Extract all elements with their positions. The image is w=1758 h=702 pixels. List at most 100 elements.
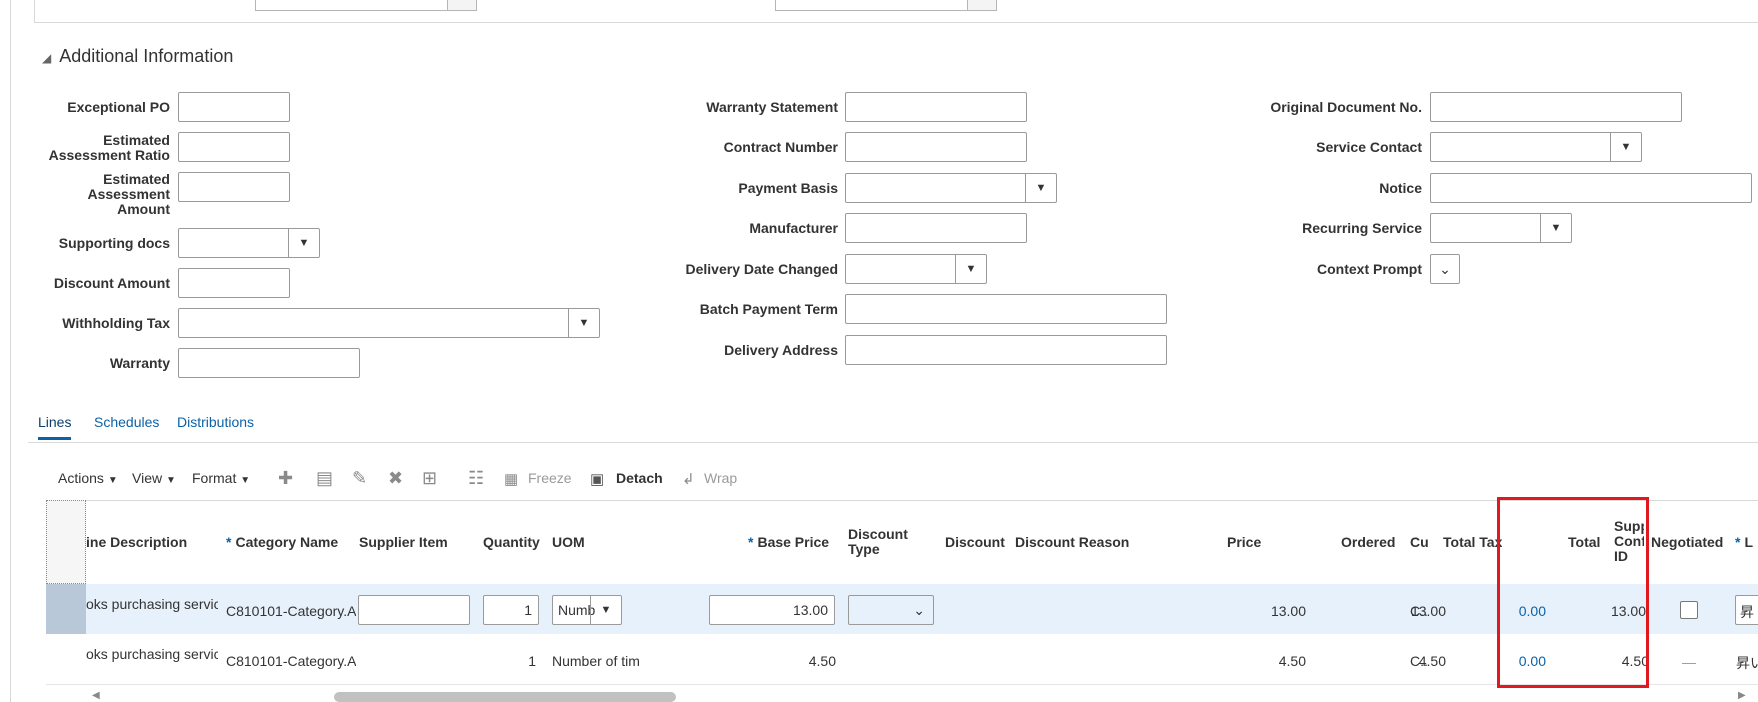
dropdown-icon[interactable]: ▼ (1540, 214, 1571, 242)
cell-price: 13.00 (1270, 603, 1306, 619)
withholding-tax-label: Withholding Tax (62, 315, 170, 331)
dropdown-icon[interactable]: ▼ (955, 255, 986, 283)
manufacturer-input[interactable] (845, 213, 1027, 243)
delete-icon[interactable]: ✖ (388, 468, 403, 489)
cell-negotiated-checkbox[interactable] (1680, 601, 1698, 619)
dropdown-icon[interactable]: ▼ (568, 309, 599, 337)
scrollbar-thumb[interactable] (334, 692, 676, 702)
dropdown-icon[interactable]: ▼ (288, 229, 319, 257)
split-icon[interactable]: ⊞ (422, 468, 437, 489)
col-price[interactable]: Price (1227, 535, 1261, 550)
chevron-down-icon: ⌄ (1439, 260, 1451, 277)
horizontal-scrollbar[interactable]: ◀ ▶ (86, 690, 1758, 702)
collapse-triangle-icon[interactable]: ◢ (42, 51, 51, 65)
cell-discount-type-select[interactable]: ⌄ (848, 595, 934, 625)
tab-distributions[interactable]: Distributions (177, 414, 254, 430)
col-base-price-label: Base Price (757, 534, 830, 550)
col-currency[interactable]: Cu (1410, 535, 1429, 550)
col-last-label: L (1744, 534, 1754, 550)
dropdown-icon: ▼ (165, 475, 176, 486)
manufacturer-label: Manufacturer (749, 220, 838, 236)
discount-amount-label: Discount Amount (53, 275, 170, 291)
service-contact-select[interactable]: ▼ (1430, 132, 1642, 162)
tab-lines[interactable]: Lines (38, 414, 72, 440)
row-selector[interactable] (46, 584, 86, 634)
cell-base-price-input[interactable]: 13.00 (709, 595, 835, 625)
freeze-button[interactable]: Freeze (528, 470, 572, 486)
select-all-column[interactable] (46, 500, 86, 584)
col-quantity[interactable]: Quantity (483, 535, 540, 550)
context-prompt-label: Context Prompt (1317, 261, 1422, 277)
wrap-icon: ↲ (682, 471, 695, 488)
col-negotiated[interactable]: Negotiated (1651, 535, 1723, 550)
col-ordered[interactable]: Ordered (1341, 535, 1395, 550)
delivery-address-input[interactable] (845, 335, 1167, 365)
section-header[interactable]: ◢ Additional Information (42, 46, 233, 67)
warranty-input[interactable] (178, 348, 360, 378)
discount-amount-input[interactable] (178, 268, 290, 298)
add-row-icon[interactable]: ✚ (278, 468, 293, 489)
col-discount-reason[interactable]: Discount Reason (1015, 535, 1129, 550)
view-label: View (132, 470, 163, 486)
col-last[interactable]: * L (1735, 535, 1753, 550)
wrap-button[interactable]: Wrap (704, 470, 737, 486)
withholding-tax-select[interactable]: ▼ (178, 308, 600, 338)
cell-supplier-item-input[interactable] (358, 595, 470, 625)
scroll-right-icon[interactable]: ▶ (1738, 690, 1746, 701)
col-discount[interactable]: Discount (945, 535, 1005, 550)
cell-ordered: 13.00 (1410, 603, 1446, 619)
batch-payment-term-input[interactable] (845, 294, 1167, 324)
cell-uom: Number of tim (552, 653, 640, 669)
chevron-down-icon: ⌄ (913, 601, 925, 618)
view-menu[interactable]: View ▼ (132, 470, 176, 486)
col-category-name-label: Category Name (235, 534, 339, 550)
cell-price: 4.50 (1278, 653, 1306, 669)
context-prompt-select[interactable]: ⌄ (1430, 254, 1460, 284)
payment-basis-select[interactable]: ▼ (845, 173, 1057, 203)
edit-icon[interactable]: ✎ (352, 468, 367, 489)
col-uom[interactable]: UOM (552, 535, 585, 550)
cell-category: C810101-Category.A (226, 603, 357, 619)
recurring-service-select[interactable]: ▼ (1430, 213, 1572, 243)
query-by-example-icon[interactable]: ☷ (468, 468, 484, 489)
cell-description: oks purchasing service (86, 646, 218, 662)
cell-uom-select[interactable]: Numb ▼ (552, 595, 622, 625)
dropdown-icon[interactable]: ▼ (590, 596, 621, 624)
actions-label: Actions (58, 470, 104, 486)
notice-label: Notice (1379, 180, 1422, 196)
required-icon: * (226, 534, 232, 550)
contract-number-input[interactable] (845, 132, 1027, 162)
dropdown-icon[interactable] (447, 0, 476, 10)
dropdown-icon[interactable] (967, 0, 996, 10)
detach-button[interactable]: Detach (616, 470, 663, 486)
required-icon: * (748, 534, 754, 550)
exceptional-po-input[interactable] (178, 92, 290, 122)
actions-menu[interactable]: Actions ▼ (58, 470, 118, 486)
supporting-docs-select[interactable]: ▼ (178, 228, 320, 258)
scroll-left-icon[interactable]: ◀ (92, 690, 100, 701)
estimated-assessment-ratio-input[interactable] (178, 132, 290, 162)
format-menu[interactable]: Format ▼ (192, 470, 250, 486)
original-document-no-input[interactable] (1430, 92, 1682, 122)
cell-last-input[interactable]: 昇 (1735, 595, 1758, 625)
previous-field-select[interactable] (255, 0, 477, 11)
col-category-name[interactable]: * Category Name (226, 535, 338, 550)
warranty-statement-input[interactable] (845, 92, 1027, 122)
lines-tab-bar: Lines Schedules Distributions (28, 410, 1758, 443)
col-total-tax[interactable]: Total Tax (1443, 535, 1502, 550)
col-discount-type[interactable]: Discount Type (848, 527, 908, 557)
batch-payment-term-label: Batch Payment Term (699, 301, 838, 317)
dropdown-icon[interactable]: ▼ (1025, 174, 1056, 202)
notice-input[interactable] (1430, 173, 1752, 203)
estimated-assessment-amount-input[interactable] (178, 172, 290, 202)
col-supplier-item[interactable]: Supplier Item (359, 535, 448, 550)
col-line-description[interactable]: ine Description (86, 535, 187, 550)
cell-quantity-input[interactable]: 1 (483, 595, 539, 625)
previous-field-select-2[interactable] (775, 0, 997, 11)
delivery-date-changed-select[interactable]: ▼ (845, 254, 987, 284)
duplicate-row-icon[interactable]: ▤ (316, 468, 333, 489)
tab-schedules[interactable]: Schedules (94, 414, 159, 430)
col-base-price[interactable]: * Base Price (748, 535, 829, 550)
freeze-icon: ▦ (504, 471, 519, 488)
dropdown-icon[interactable]: ▼ (1610, 133, 1641, 161)
